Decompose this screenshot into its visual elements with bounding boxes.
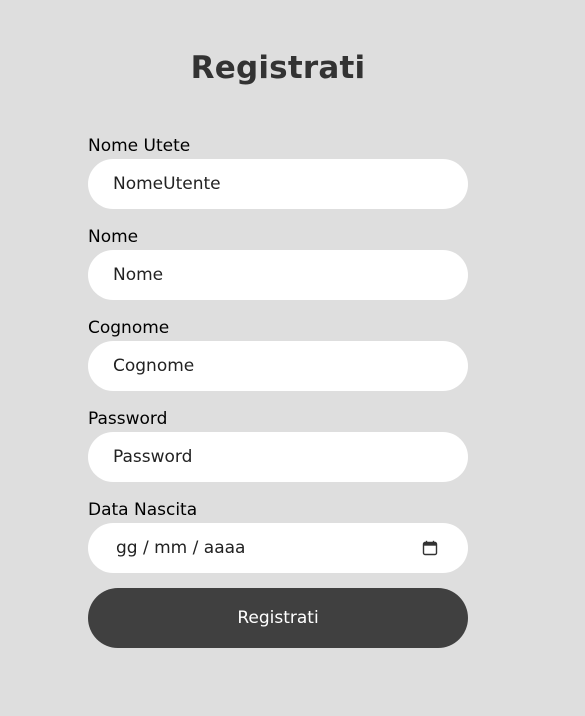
birth-date-input[interactable]: gg / mm / aaaa bbox=[88, 523, 468, 573]
birth-date-label: Data Nascita bbox=[88, 500, 198, 520]
last-name-placeholder: Cognome bbox=[113, 356, 195, 376]
username-input[interactable]: NomeUtente bbox=[88, 159, 468, 209]
first-name-placeholder: Nome bbox=[113, 265, 164, 285]
page-title: Registrati bbox=[190, 50, 366, 86]
last-name-input[interactable]: Cognome bbox=[88, 341, 468, 391]
username-placeholder: NomeUtente bbox=[113, 174, 221, 194]
birth-date-placeholder: gg / mm / aaaa bbox=[116, 538, 246, 558]
password-input[interactable]: Password bbox=[88, 432, 468, 482]
last-name-label: Cognome bbox=[88, 318, 170, 338]
register-button[interactable]: Registrati bbox=[88, 588, 468, 648]
username-label: Nome Utete bbox=[88, 136, 191, 156]
calendar-icon[interactable] bbox=[421, 539, 439, 557]
password-placeholder: Password bbox=[113, 447, 193, 467]
password-label: Password bbox=[88, 409, 168, 429]
first-name-label: Nome bbox=[88, 227, 139, 247]
first-name-input[interactable]: Nome bbox=[88, 250, 468, 300]
